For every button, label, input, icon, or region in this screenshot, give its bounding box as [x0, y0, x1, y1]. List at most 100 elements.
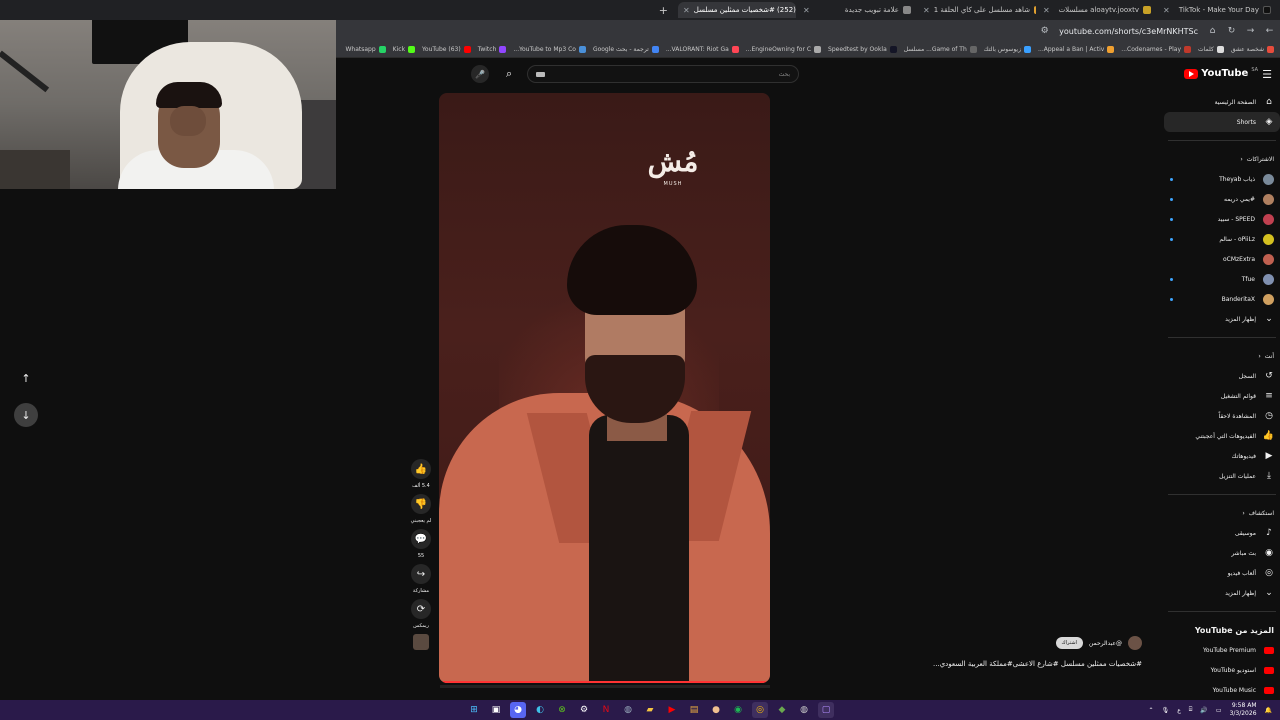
- avatar[interactable]: [1128, 636, 1142, 650]
- close-icon[interactable]: ✕: [1163, 6, 1170, 15]
- network-icon[interactable]: ⌸: [1189, 706, 1193, 714]
- sidebar-item-subscription[interactable]: ذياب Theyab: [1164, 169, 1280, 189]
- youtube-logo[interactable]: YouTube SA: [1184, 67, 1258, 79]
- next-short-button[interactable]: ↓: [14, 403, 38, 427]
- show-more-button[interactable]: ⌄ إظهار المزيد: [1164, 583, 1280, 603]
- bookmark-item[interactable]: YouTube to Mp3 Co...: [513, 46, 586, 53]
- sidebar-item-you[interactable]: ↺ السجل: [1164, 366, 1280, 386]
- tab[interactable]: TikTok - Make Your Day ✕: [1158, 2, 1276, 18]
- sound-thumbnail[interactable]: [413, 634, 429, 650]
- url-text[interactable]: youtube.com/shorts/c3eMrNKHTSc: [1059, 27, 1198, 36]
- spotify-icon[interactable]: ◉: [730, 702, 746, 718]
- video-progress-bar[interactable]: [443, 681, 766, 683]
- sidebar-item-you[interactable]: 👍 الفيديوهات التي أعجبتني: [1164, 426, 1280, 446]
- twitch-app-icon[interactable]: ▢: [818, 702, 834, 718]
- previous-short-button[interactable]: ↑: [14, 366, 38, 390]
- tab[interactable]: (252) #شخصيات ممثلين مسلسل ✕: [678, 2, 796, 18]
- short-video-player[interactable]: مُش MUSH: [439, 93, 770, 683]
- mic-tray-icon[interactable]: 🎙: [1162, 707, 1170, 714]
- language-indicator[interactable]: ع: [1177, 707, 1181, 714]
- back-icon[interactable]: ←: [1265, 26, 1274, 36]
- sidebar-item-explore[interactable]: ♪ موسيقى: [1164, 523, 1280, 543]
- minecraft-icon[interactable]: ◆: [774, 702, 790, 718]
- bookmark-item[interactable]: Twitch: [478, 46, 507, 53]
- bookmark-item[interactable]: زيوسوس بالتك: [984, 46, 1031, 53]
- keyboard-icon[interactable]: [536, 71, 545, 77]
- show-more-button[interactable]: ⌄ إظهار المزيد: [1164, 309, 1280, 329]
- bookmark-item[interactable]: ترجمة - بحث Google: [593, 46, 659, 53]
- extensions-icon[interactable]: ⚙: [1040, 26, 1049, 36]
- sidebar-item-subscription[interactable]: SPEED - سبيد: [1164, 209, 1280, 229]
- discord-icon[interactable]: ◕: [510, 702, 526, 718]
- home-icon[interactable]: ⌂: [1208, 26, 1217, 36]
- notification-icon[interactable]: 🔔: [1265, 707, 1272, 714]
- share-action[interactable]: ↪ مشاركة: [411, 564, 431, 594]
- start-icon[interactable]: ⊞: [466, 702, 482, 718]
- clock[interactable]: 9:58 AM 3/3/2026: [1230, 702, 1257, 718]
- sidebar-item-youtube-product[interactable]: YouTube Music: [1164, 680, 1280, 700]
- youtube-app-icon[interactable]: ▶: [664, 702, 680, 718]
- bookmark-item[interactable]: كلمات: [1198, 46, 1224, 53]
- comment-icon[interactable]: 💬: [411, 529, 431, 549]
- bookmark-item[interactable]: Whatsapp: [345, 46, 386, 53]
- sidebar-item-shorts[interactable]: ◈ Shorts: [1164, 112, 1280, 132]
- settings-icon[interactable]: ⚙: [576, 702, 592, 718]
- close-icon[interactable]: ✕: [683, 6, 690, 15]
- steam-icon[interactable]: ◍: [620, 702, 636, 718]
- remix-action[interactable]: ⟳ ريمكس: [411, 599, 431, 629]
- search-input[interactable]: بحث: [527, 65, 799, 83]
- like-icon[interactable]: 👍: [411, 459, 431, 479]
- obs-icon[interactable]: ◍: [796, 702, 812, 718]
- chrome-icon[interactable]: ◎: [752, 702, 768, 718]
- bookmark-item[interactable]: Game of Th... مسلسل: [904, 46, 977, 53]
- sound-action[interactable]: [413, 634, 429, 650]
- sidebar-item-subscription[interactable]: #يمي دريمه: [1164, 189, 1280, 209]
- subscribe-button[interactable]: اشتراك: [1055, 637, 1083, 649]
- sidebar-item-explore[interactable]: ◉ بث مباشر: [1164, 543, 1280, 563]
- tab[interactable]: aloaytv.jooxtv مسلسلات ✕: [1038, 2, 1156, 18]
- taskview-icon[interactable]: ▣: [488, 702, 504, 718]
- sidebar-item-explore[interactable]: ◎ ألعاب فيديو: [1164, 563, 1280, 583]
- bookmark-item[interactable]: (63) YouTube: [422, 46, 471, 53]
- bookmark-item[interactable]: Codenames - Play...: [1121, 46, 1192, 53]
- games-icon[interactable]: ●: [708, 702, 724, 718]
- bookmark-item[interactable]: Appeal a Ban | Activ...: [1038, 46, 1115, 53]
- sidebar-item-youtube-product[interactable]: YouTube Premium: [1164, 640, 1280, 660]
- sidebar-item-home[interactable]: ⌂ الصفحة الرئيسية: [1164, 92, 1280, 112]
- sidebar-item-you[interactable]: ▶ فيديوهاتك: [1164, 446, 1280, 466]
- menu-icon[interactable]: ☰: [1262, 68, 1272, 81]
- sidebar-item-subscription[interactable]: oCMzExtra: [1164, 249, 1280, 269]
- subscriptions-header[interactable]: الاشتراكات ‹: [1164, 149, 1280, 169]
- bookmark-item[interactable]: Speedtest by Ookla: [828, 46, 897, 53]
- photos-icon[interactable]: ▤: [686, 702, 702, 718]
- sidebar-item-subscription[interactable]: Tfue: [1164, 269, 1280, 289]
- video-seek-track[interactable]: [440, 685, 770, 688]
- reload-icon[interactable]: ↻: [1227, 26, 1236, 36]
- close-icon[interactable]: ✕: [1043, 6, 1050, 15]
- bookmark-item[interactable]: VALORANT: Riot Ga...: [666, 46, 739, 53]
- tab[interactable]: شاهد مسلسل على كاي الحلقة 1 ✕: [918, 2, 1036, 18]
- edge-icon[interactable]: ◐: [532, 702, 548, 718]
- tab[interactable]: علامة تبويب جديدة ✕: [798, 2, 916, 18]
- new-tab-button[interactable]: +: [659, 4, 668, 17]
- volume-icon[interactable]: 🔊: [1200, 707, 1207, 714]
- sidebar-item-subscription[interactable]: BanderitaX: [1164, 289, 1280, 309]
- folder-icon[interactable]: ▰: [642, 702, 658, 718]
- battery-icon[interactable]: ▭: [1216, 707, 1222, 714]
- explore-header[interactable]: استكشاف ‹: [1164, 503, 1280, 523]
- dislike-action[interactable]: 👎 لم يعجبني: [411, 494, 431, 524]
- share-icon[interactable]: ↪: [411, 564, 431, 584]
- voice-search-button[interactable]: 🎤: [471, 65, 489, 83]
- sidebar-item-subscription[interactable]: oPiiLz - سالم: [1164, 229, 1280, 249]
- bookmark-item[interactable]: EngineOwning for C...: [746, 46, 822, 53]
- forward-icon[interactable]: →: [1246, 26, 1255, 36]
- you-header[interactable]: أنت ‹: [1164, 346, 1280, 366]
- xbox-icon[interactable]: ⊗: [554, 702, 570, 718]
- apps-grid-icon[interactable]: ⋮⋮: [336, 46, 338, 54]
- sidebar-item-you[interactable]: ≡ قوائم التشغيل: [1164, 386, 1280, 406]
- like-action[interactable]: 👍 5.4 ألف: [411, 459, 431, 489]
- chevron-up-icon[interactable]: ⌃: [1149, 707, 1154, 714]
- close-icon[interactable]: ✕: [923, 6, 930, 15]
- comments-action[interactable]: 💬 55: [411, 529, 431, 559]
- search-icon[interactable]: ⌕: [506, 67, 512, 81]
